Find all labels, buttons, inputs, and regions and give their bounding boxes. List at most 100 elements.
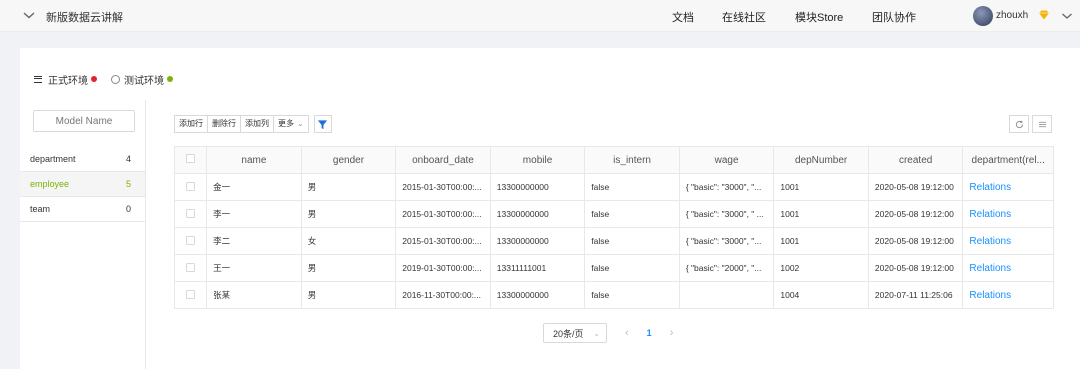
chevron-down-icon[interactable] — [1061, 10, 1073, 22]
more-dropdown[interactable]: 更多 ⌄ — [273, 115, 309, 133]
add-row-button[interactable]: 添加行 — [174, 115, 208, 133]
cell-wage[interactable]: { "basic": "3000", "... — [678, 173, 775, 201]
cell-name[interactable]: 李二 — [206, 227, 302, 255]
cell-created[interactable]: 2020-05-08 19:12:00 — [867, 227, 964, 255]
cell-is-intern[interactable]: false — [584, 200, 680, 228]
cell-dep-number[interactable]: 1004 — [773, 281, 869, 309]
cell-gender[interactable]: 男 — [300, 173, 397, 201]
relations-link[interactable]: Relations — [969, 236, 1011, 247]
table-row[interactable]: 李一 男 2015-01-30T00:00:... 13300000000 fa… — [173, 200, 1054, 228]
relations-link[interactable]: Relations — [969, 290, 1011, 301]
delete-row-button[interactable]: 删除行 — [207, 115, 241, 133]
row-checkbox[interactable] — [186, 262, 196, 272]
cell-wage[interactable]: { "basic": "3000", "... — [678, 227, 775, 255]
model-item-employee[interactable]: employee 5 — [20, 172, 145, 197]
chevron-down-icon[interactable] — [22, 8, 36, 22]
nav-community[interactable]: 在线社区 — [722, 9, 766, 25]
page-number-current[interactable]: 1 — [647, 328, 652, 338]
env-prod-label[interactable]: 正式环境 — [48, 72, 88, 87]
cell-name[interactable]: 王一 — [206, 254, 302, 282]
cell-onboard-date[interactable]: 2015-01-30T00:00:... — [395, 173, 491, 201]
model-item-team[interactable]: team 0 — [20, 197, 145, 222]
relations-link[interactable]: Relations — [969, 182, 1011, 193]
cell-dep-number[interactable]: 1001 — [773, 200, 869, 228]
model-name-search-input[interactable] — [33, 110, 135, 132]
nav-module-store[interactable]: 模块Store — [795, 9, 843, 25]
cell-is-intern[interactable]: false — [584, 281, 680, 309]
table-row[interactable]: 王一 男 2019-01-30T00:00:... 13311111001 fa… — [173, 254, 1054, 282]
model-item-department[interactable]: department 4 — [20, 147, 145, 172]
column-header-is-intern[interactable]: is_intern — [584, 146, 680, 174]
username[interactable]: zhouxh — [996, 10, 1028, 21]
cell-name[interactable]: 张某 — [206, 281, 302, 309]
row-checkbox[interactable] — [186, 208, 196, 218]
row-checkbox-cell[interactable] — [173, 227, 208, 255]
cell-mobile[interactable]: 13300000000 — [489, 173, 586, 201]
cell-onboard-date[interactable]: 2016-11-30T00:00:... — [395, 281, 491, 309]
row-checkbox-cell[interactable] — [173, 254, 208, 282]
cell-is-intern[interactable]: false — [584, 254, 680, 282]
cell-dep-number[interactable]: 1001 — [773, 227, 869, 255]
cell-is-intern[interactable]: false — [584, 227, 680, 255]
cell-mobile[interactable]: 13311111001 — [489, 254, 586, 282]
cell-gender[interactable]: 男 — [300, 281, 397, 309]
column-settings-button[interactable] — [1032, 115, 1052, 133]
cell-onboard-date[interactable]: 2015-01-30T00:00:... — [395, 227, 491, 255]
page-size-select[interactable]: 20条/页 ⌄ — [543, 323, 607, 343]
column-header-wage[interactable]: wage — [678, 146, 775, 174]
cell-wage[interactable] — [678, 281, 775, 309]
avatar[interactable] — [973, 6, 993, 26]
table-row[interactable]: 金一 男 2015-01-30T00:00:... 13300000000 fa… — [173, 173, 1054, 201]
column-header-created[interactable]: created — [867, 146, 964, 174]
relations-link[interactable]: Relations — [969, 209, 1011, 220]
nav-docs[interactable]: 文档 — [672, 9, 694, 25]
cell-created[interactable]: 2020-05-08 19:12:00 — [867, 200, 964, 228]
select-all-checkbox[interactable] — [186, 154, 196, 163]
select-all-checkbox-cell[interactable] — [173, 146, 208, 174]
cell-wage[interactable]: { "basic": "2000", "... — [678, 254, 775, 282]
row-checkbox-cell[interactable] — [173, 173, 208, 201]
app-title[interactable]: 新版数据云讲解 — [46, 9, 123, 25]
column-header-onboard-date[interactable]: onboard_date — [395, 146, 491, 174]
cell-is-intern[interactable]: false — [584, 173, 680, 201]
relations-link[interactable]: Relations — [969, 263, 1011, 274]
column-header-gender[interactable]: gender — [300, 146, 397, 174]
cell-gender[interactable]: 女 — [300, 227, 397, 255]
model-name: team — [30, 204, 51, 214]
cell-department-relation: Relations — [962, 254, 1054, 282]
refresh-button[interactable] — [1009, 115, 1029, 133]
row-checkbox-cell[interactable] — [173, 200, 208, 228]
cell-created[interactable]: 2020-05-08 19:12:00 — [867, 254, 964, 282]
column-header-mobile[interactable]: mobile — [489, 146, 586, 174]
row-checkbox[interactable] — [186, 235, 196, 245]
cell-mobile[interactable]: 13300000000 — [489, 281, 586, 309]
table-row[interactable]: 李二 女 2015-01-30T00:00:... 13300000000 fa… — [173, 227, 1054, 255]
menu-icon[interactable] — [34, 75, 42, 83]
next-page-button[interactable]: › — [670, 327, 674, 339]
cell-mobile[interactable]: 13300000000 — [489, 200, 586, 228]
table-row[interactable]: 张某 男 2016-11-30T00:00:... 13300000000 fa… — [173, 281, 1054, 309]
cell-dep-number[interactable]: 1001 — [773, 173, 869, 201]
filter-button[interactable] — [313, 115, 332, 133]
nav-team-collab[interactable]: 团队协作 — [872, 9, 916, 25]
cell-gender[interactable]: 男 — [300, 200, 397, 228]
row-checkbox-cell[interactable] — [173, 281, 208, 309]
env-test-label[interactable]: 测试环境 — [124, 72, 164, 87]
cell-mobile[interactable]: 13300000000 — [489, 227, 586, 255]
cell-onboard-date[interactable]: 2015-01-30T00:00:... — [395, 200, 491, 228]
column-header-department-relation[interactable]: department(rel... — [962, 146, 1054, 174]
cell-name[interactable]: 李一 — [206, 200, 302, 228]
cell-wage[interactable]: { "basic": "3000", " ... — [678, 200, 775, 228]
row-checkbox[interactable] — [186, 181, 196, 191]
cell-name[interactable]: 金一 — [206, 173, 302, 201]
prev-page-button[interactable]: ‹ — [625, 327, 629, 339]
add-column-button[interactable]: 添加列 — [240, 115, 274, 133]
cell-created[interactable]: 2020-05-08 19:12:00 — [867, 173, 964, 201]
column-header-dep-number[interactable]: depNumber — [773, 146, 869, 174]
row-checkbox[interactable] — [186, 289, 196, 299]
cell-dep-number[interactable]: 1002 — [773, 254, 869, 282]
cell-created[interactable]: 2020-07-11 11:25:06 — [867, 281, 964, 309]
column-header-name[interactable]: name — [206, 146, 302, 174]
cell-gender[interactable]: 男 — [300, 254, 397, 282]
cell-onboard-date[interactable]: 2019-01-30T00:00:... — [395, 254, 491, 282]
